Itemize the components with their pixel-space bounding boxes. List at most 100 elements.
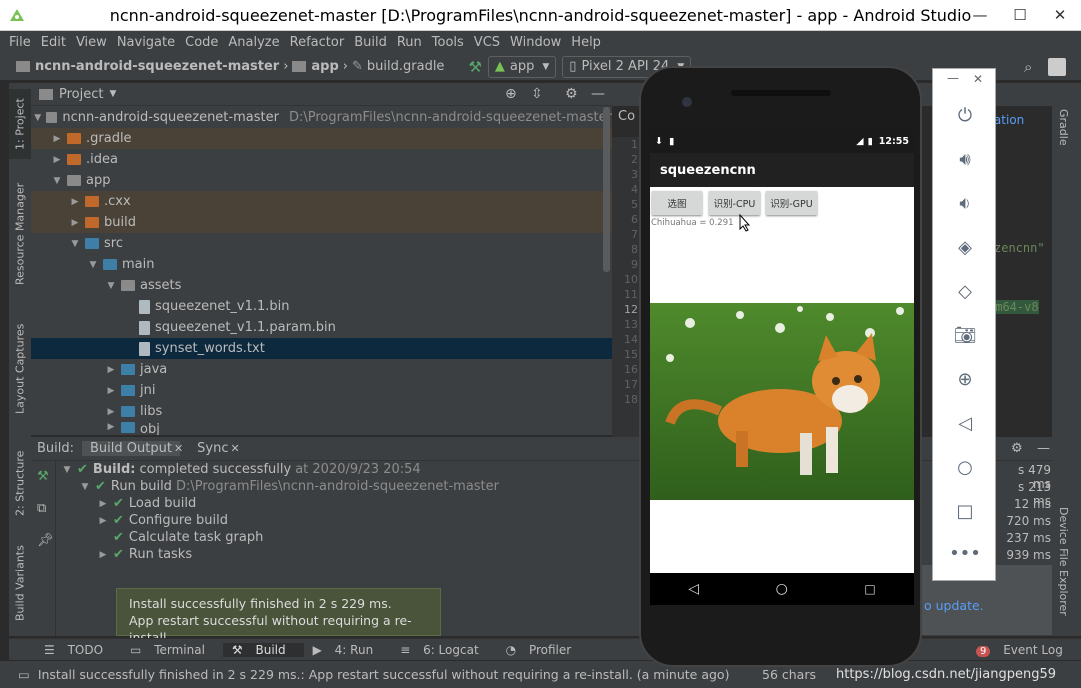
toggle-view-icon[interactable]: ⧉ bbox=[37, 501, 46, 516]
tab-terminal[interactable]: ▭ Terminal bbox=[121, 643, 223, 657]
breadcrumb-module[interactable]: app bbox=[311, 59, 338, 74]
detect-cpu-button[interactable]: 识别-CPU bbox=[709, 191, 760, 215]
tree-item-main[interactable]: ▼ main bbox=[31, 254, 612, 275]
more-icon[interactable]: ••• bbox=[933, 543, 997, 564]
locate-icon[interactable]: ⊕ bbox=[505, 86, 517, 102]
breadcrumb-file[interactable]: build.gradle bbox=[367, 59, 445, 74]
tree-item-build[interactable]: ▶ build bbox=[31, 212, 612, 233]
tree-item-src[interactable]: ▼ src bbox=[31, 233, 612, 254]
tab-profiler[interactable]: ◔ Profiler bbox=[497, 643, 590, 657]
tab-todo[interactable]: ☰ TODO bbox=[35, 643, 121, 657]
tool-tab-resource-manager[interactable]: Resource Manager bbox=[9, 179, 31, 289]
tree-item-obj[interactable]: ▶ obj bbox=[31, 422, 612, 435]
tree-item-jni[interactable]: ▶ jni bbox=[31, 380, 612, 401]
menu-refactor[interactable]: Refactor bbox=[285, 35, 350, 50]
breadcrumb-project[interactable]: ncnn-android-squeezenet-master bbox=[35, 59, 279, 74]
zoom-icon[interactable]: ⊕ bbox=[933, 369, 997, 390]
minimize-button[interactable]: — bbox=[960, 0, 1000, 30]
editor-tab[interactable]: Co bbox=[618, 109, 635, 124]
hide-icon[interactable]: — bbox=[1029, 441, 1058, 456]
status-message[interactable]: Install successfully finished in 2 s 229… bbox=[38, 667, 730, 682]
tree-item-idea[interactable]: ▶ .idea bbox=[31, 149, 612, 170]
gradle-tab[interactable]: Gradle bbox=[1057, 109, 1070, 146]
hammer-icon[interactable]: ⚒ bbox=[468, 58, 481, 76]
menu-edit[interactable]: Edit bbox=[36, 35, 71, 50]
power-icon[interactable]: ⏻ bbox=[933, 105, 997, 126]
menu-code[interactable]: Code bbox=[180, 35, 223, 50]
event-count-badge: 9 bbox=[976, 645, 991, 657]
menu-file[interactable]: File bbox=[4, 35, 36, 50]
build-row-configure[interactable]: ▶ ✔ Configure build bbox=[97, 512, 228, 529]
close-icon[interactable]: ✕ bbox=[973, 72, 983, 86]
volume-up-icon[interactable]: 🔊︎ bbox=[933, 149, 997, 170]
avatar[interactable] bbox=[1048, 57, 1066, 76]
notification-balloon[interactable]: Install successfully finished in 2 s 229… bbox=[116, 588, 441, 645]
menu-view[interactable]: View bbox=[71, 35, 112, 50]
tree-item-root[interactable]: ▼ ncnn-android-squeezenet-master D:\Progra… bbox=[31, 107, 612, 128]
tree-item-file-selected[interactable]: synset_words.txt bbox=[31, 338, 612, 359]
tree-item-assets[interactable]: ▼ assets bbox=[31, 275, 612, 296]
gear-icon[interactable]: ⚙ bbox=[565, 86, 578, 102]
back-icon[interactable]: ◁ bbox=[933, 413, 997, 434]
select-image-button[interactable]: 选图 bbox=[652, 191, 702, 215]
menu-build[interactable]: Build bbox=[349, 35, 392, 50]
status-icon[interactable]: ▭ bbox=[18, 667, 30, 682]
tool-tab-layout-captures[interactable]: Layout Captures bbox=[9, 319, 31, 419]
chevron-down-icon[interactable]: ▼ bbox=[109, 89, 116, 99]
tool-tab-project[interactable]: 1: Project bbox=[9, 89, 31, 159]
tree-item-app[interactable]: ▼ app bbox=[31, 170, 612, 191]
rotate-left-icon[interactable]: ◈ bbox=[933, 237, 997, 258]
collapse-icon[interactable]: ⇳ bbox=[531, 86, 543, 102]
project-view-label[interactable]: Project bbox=[59, 87, 103, 102]
tab-build[interactable]: ⚒ Build bbox=[222, 642, 304, 657]
menu-analyze[interactable]: Analyze bbox=[223, 35, 284, 50]
tree-item-file[interactable]: squeezenet_v1.1.bin bbox=[31, 296, 612, 317]
tree-item-libs[interactable]: ▶ libs bbox=[31, 401, 612, 422]
hide-icon[interactable]: — bbox=[591, 86, 605, 102]
tree-item-file[interactable]: squeezenet_v1.1.param.bin bbox=[31, 317, 612, 338]
pin-icon[interactable]: 📌︎ bbox=[37, 533, 54, 548]
tab-build-output[interactable]: Build Output bbox=[82, 441, 180, 456]
device-file-explorer-tab[interactable]: Device File Explorer bbox=[1057, 507, 1070, 616]
rotate-right-icon[interactable]: ◇ bbox=[933, 281, 997, 302]
tab-event-log[interactable]: 9 Event Log bbox=[967, 643, 1081, 657]
detect-gpu-button[interactable]: 识别-GPU bbox=[766, 191, 817, 215]
update-link[interactable]: o update. bbox=[924, 598, 984, 613]
home-icon[interactable]: ○ bbox=[933, 457, 997, 478]
close-icon[interactable]: ✕ bbox=[231, 442, 240, 455]
build-row-run-build[interactable]: ▼ ✔ Run build D:\ProgramFiles\ncnn-android-… bbox=[79, 478, 499, 495]
menu-vcs[interactable]: VCS bbox=[469, 35, 505, 50]
tool-tab-build-variants[interactable]: Build Variants bbox=[9, 543, 31, 623]
tab-logcat[interactable]: ≡ 6: Logcat bbox=[391, 643, 496, 657]
build-row-task-graph[interactable]: ✔ Calculate task graph bbox=[113, 529, 263, 546]
recents-icon[interactable]: □ bbox=[864, 582, 875, 596]
menu-run[interactable]: Run bbox=[392, 35, 427, 50]
tree-scrollbar[interactable] bbox=[603, 107, 610, 272]
hammer-icon[interactable]: ⚒ bbox=[37, 469, 49, 484]
tool-tab-structure[interactable]: 2: Structure bbox=[9, 443, 31, 523]
minimize-icon[interactable]: — bbox=[947, 71, 959, 85]
build-row-load[interactable]: ▶ ✔ Load build bbox=[97, 495, 197, 512]
tree-item-cxx[interactable]: ▶ .cxx bbox=[31, 191, 612, 212]
close-button[interactable]: ✕ bbox=[1040, 0, 1080, 30]
menu-tools[interactable]: Tools bbox=[427, 35, 469, 50]
run-config-select[interactable]: ▲ app ▼ bbox=[487, 55, 557, 78]
close-icon[interactable]: ✕ bbox=[174, 442, 183, 455]
menu-window[interactable]: Window bbox=[505, 35, 566, 50]
build-row-run-tasks[interactable]: ▶ ✔ Run tasks bbox=[97, 546, 193, 563]
home-icon[interactable]: ○ bbox=[776, 581, 788, 597]
search-icon[interactable]: ⌕ bbox=[1024, 58, 1032, 76]
back-icon[interactable]: ◁ bbox=[688, 581, 699, 597]
tree-item-gradle[interactable]: ▶ .gradle bbox=[31, 128, 612, 149]
build-row-result[interactable]: ▼ ✔ Build: completed successfully at 2020/9/… bbox=[61, 461, 421, 478]
camera-icon[interactable]: 📷︎ bbox=[933, 325, 997, 346]
tab-sync[interactable]: Sync bbox=[189, 441, 236, 456]
volume-down-icon[interactable]: 🔉︎ bbox=[933, 193, 997, 214]
tree-item-java[interactable]: ▶ java bbox=[31, 359, 612, 380]
menu-help[interactable]: Help bbox=[566, 35, 606, 50]
tab-run[interactable]: ▶ 4: Run bbox=[304, 643, 392, 657]
overview-icon[interactable]: □ bbox=[933, 501, 997, 522]
menu-navigate[interactable]: Navigate bbox=[112, 35, 180, 50]
gear-icon[interactable]: ⚙ bbox=[1003, 441, 1031, 456]
maximize-button[interactable]: ☐ bbox=[1000, 0, 1040, 30]
